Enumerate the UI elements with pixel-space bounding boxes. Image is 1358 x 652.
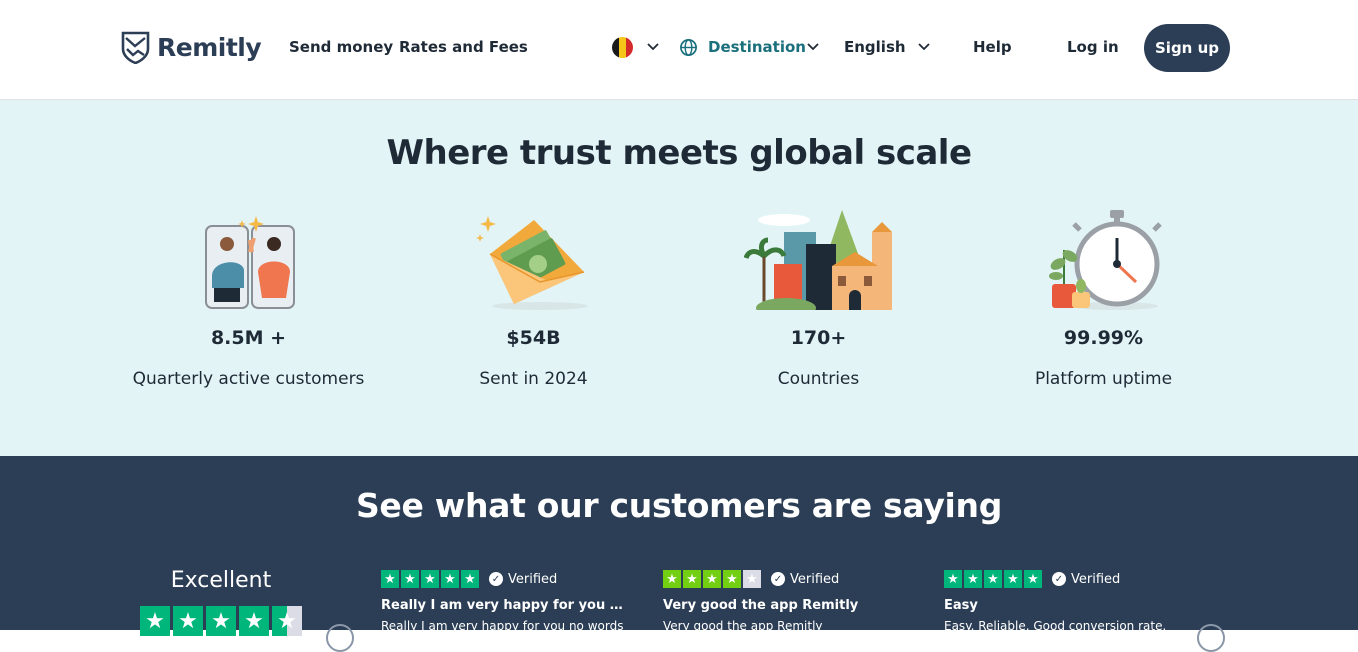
verified-badge: ✓ Verified — [771, 572, 839, 587]
carousel-prev-button[interactable] — [326, 624, 354, 652]
verified-badge: ✓ Verified — [1052, 572, 1120, 587]
country-flag-selector[interactable] — [612, 37, 633, 58]
star-icon: ★ — [1004, 570, 1022, 588]
review-body: Very good the app Remitly — [663, 619, 823, 633]
check-icon: ✓ — [489, 572, 503, 586]
nav-help[interactable]: Help — [973, 38, 1012, 56]
review-title: Really I am very happy for you no... — [381, 598, 631, 613]
half-star-icon: ★ — [272, 606, 302, 636]
star-icon: ★ — [723, 570, 741, 588]
shield-handshake-icon — [121, 31, 150, 64]
carousel-next-button[interactable] — [1197, 624, 1225, 652]
review-title: Easy — [944, 598, 978, 613]
globe-icon — [680, 39, 697, 56]
rating-word: Excellent — [170, 568, 272, 593]
check-icon: ✓ — [1052, 572, 1066, 586]
review-stars: ★ ★ ★ ★ ★ ✓ Verified — [381, 570, 631, 588]
brand-name: Remitly — [157, 33, 262, 62]
review-card[interactable]: ★ ★ ★ ★ ★ ✓ Verified Easy Easy. Reliable.… — [944, 570, 1194, 633]
star-icon: ★ — [944, 570, 962, 588]
stat-value: $54B — [506, 327, 561, 349]
stat-label: Quarterly active customers — [132, 369, 365, 389]
stat-label: Countries — [777, 369, 860, 389]
stat-customers: 8.5M + Quarterly active customers — [106, 205, 391, 389]
stat-value: 170+ — [790, 327, 847, 349]
stat-uptime: 99.99% Platform uptime — [961, 205, 1246, 389]
cityscape-icon — [676, 205, 961, 310]
stats-section: Where trust meets global scale 8.5M + Qu… — [0, 100, 1358, 456]
empty-star-icon: ★ — [743, 570, 761, 588]
site-header: Remitly Send money Rates and Fees Destin… — [0, 0, 1358, 100]
review-body: Really I am very happy for you no words — [381, 619, 624, 633]
stat-label: Sent in 2024 — [479, 369, 588, 389]
star-icon: ★ — [683, 570, 701, 588]
stat-countries: 170+ Countries — [676, 205, 961, 389]
nav-rates-fees[interactable]: Rates and Fees — [399, 38, 528, 56]
signup-button[interactable]: Sign up — [1144, 24, 1230, 72]
remitly-logo[interactable]: Remitly — [121, 31, 262, 64]
review-stars: ★ ★ ★ ★ ★ ✓ Verified — [944, 570, 1194, 588]
login-link[interactable]: Log in — [1067, 38, 1119, 56]
chevron-down-icon[interactable] — [807, 42, 819, 52]
verified-badge: ✓ Verified — [489, 572, 557, 587]
star-icon: ★ — [401, 570, 419, 588]
star-icon: ★ — [1024, 570, 1042, 588]
stopwatch-icon — [961, 205, 1246, 310]
stat-value: 8.5M + — [210, 327, 287, 349]
star-icon: ★ — [140, 606, 170, 636]
star-icon: ★ — [239, 606, 269, 636]
reviews-title: See what our customers are saying — [355, 486, 1003, 525]
review-card[interactable]: ★ ★ ★ ★ ★ ✓ Verified Very good the app Re… — [663, 570, 913, 633]
star-icon: ★ — [984, 570, 1002, 588]
review-body: Easy. Reliable. Good conversion rate. — [944, 619, 1167, 633]
star-icon: ★ — [663, 570, 681, 588]
reviews-section: See what our customers are saying Excell… — [0, 456, 1358, 652]
stat-sent: $54B Sent in 2024 — [391, 205, 676, 389]
stat-label: Platform uptime — [1034, 369, 1173, 389]
destination-selector[interactable]: Destination — [708, 38, 806, 56]
stat-value: 99.99% — [1063, 327, 1144, 349]
review-stars: ★ ★ ★ ★ ★ ✓ Verified — [663, 570, 913, 588]
overall-rating-stars: ★ ★ ★ ★ ★ — [140, 606, 302, 636]
nav-send-money[interactable]: Send money — [289, 38, 393, 56]
chevron-down-icon[interactable] — [918, 42, 930, 52]
star-icon: ★ — [173, 606, 203, 636]
star-icon: ★ — [441, 570, 459, 588]
stats-title: Where trust meets global scale — [386, 133, 972, 173]
check-icon: ✓ — [771, 572, 785, 586]
language-selector[interactable]: English — [844, 38, 906, 56]
star-icon: ★ — [206, 606, 236, 636]
star-icon: ★ — [703, 570, 721, 588]
review-title: Very good the app Remitly — [663, 598, 859, 613]
star-icon: ★ — [421, 570, 439, 588]
star-icon: ★ — [381, 570, 399, 588]
high-five-icon — [106, 205, 391, 310]
chevron-down-icon[interactable] — [647, 42, 659, 52]
money-envelope-icon — [391, 205, 676, 310]
star-icon: ★ — [964, 570, 982, 588]
star-icon: ★ — [461, 570, 479, 588]
review-card[interactable]: ★ ★ ★ ★ ★ ✓ Verified Really I am very hap… — [381, 570, 631, 633]
